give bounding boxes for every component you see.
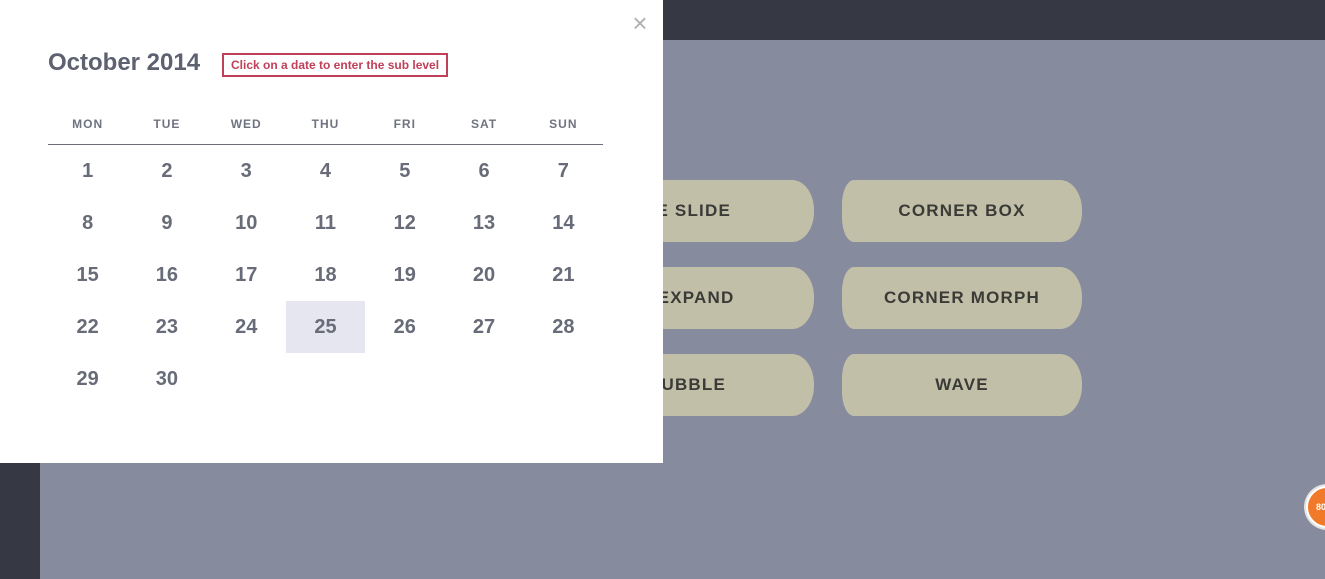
calendar-day[interactable]: 16 — [127, 249, 206, 301]
weekday-label: MON — [72, 117, 104, 131]
calendar-week: 29 30 — [48, 353, 603, 405]
calendar-day-highlighted[interactable]: 25 — [285, 301, 366, 353]
weekday-label: WED — [230, 117, 262, 131]
calendar-day-empty — [207, 353, 286, 405]
corner-box-button[interactable]: CORNER BOX — [842, 180, 1082, 242]
calendar-day-empty — [365, 353, 444, 405]
calendar-day[interactable]: 19 — [365, 249, 444, 301]
calendar-title: October 2014 — [48, 49, 201, 76]
calendar-day[interactable]: 20 — [444, 249, 523, 301]
wave-button[interactable]: WAVE — [842, 354, 1082, 416]
calendar-day[interactable]: 22 — [48, 301, 127, 353]
calendar-day-empty — [286, 353, 365, 405]
calendar-day[interactable]: 2 — [127, 145, 206, 197]
hint-box: Click on a date to enter the sub level — [222, 53, 449, 77]
calendar-week: 8 9 10 11 12 13 14 — [48, 197, 603, 249]
calendar-day[interactable]: 26 — [365, 301, 444, 353]
weekday-label: TUE — [153, 117, 181, 131]
weekday-label: SAT — [470, 117, 498, 131]
calendar-day[interactable]: 6 — [444, 145, 523, 197]
calendar-day-empty — [444, 353, 523, 405]
calendar-week: 1 2 3 4 5 6 7 — [48, 145, 603, 197]
calendar-grid: 1 2 3 4 5 6 7 8 9 10 11 12 13 14 15 16 1… — [48, 145, 603, 405]
calendar-week: 22 23 24 25 26 27 28 — [48, 301, 603, 353]
calendar-day[interactable]: 7 — [524, 145, 603, 197]
weekday-label: SUN — [549, 117, 578, 131]
close-icon[interactable]: × — [629, 10, 651, 36]
calendar-day[interactable]: 5 — [365, 145, 444, 197]
calendar-day[interactable]: 21 — [524, 249, 603, 301]
calendar-day[interactable]: 14 — [524, 197, 603, 249]
calendar-day[interactable]: 4 — [286, 145, 365, 197]
calendar-day[interactable]: 17 — [207, 249, 286, 301]
calendar-day[interactable]: 1 — [48, 145, 127, 197]
calendar-day[interactable]: 10 — [207, 197, 286, 249]
calendar-day[interactable]: 24 — [207, 301, 286, 353]
calendar-modal: × October 2014 Click on a date to enter … — [0, 0, 663, 463]
orange-badge[interactable]: 80 — [1306, 486, 1325, 528]
calendar-day[interactable]: 30 — [127, 353, 206, 405]
calendar-day[interactable]: 11 — [286, 197, 365, 249]
corner-morph-button[interactable]: CORNER MORPH — [842, 267, 1082, 329]
calendar-day[interactable]: 27 — [444, 301, 523, 353]
calendar-day[interactable]: 8 — [48, 197, 127, 249]
weekday-label: FRI — [393, 117, 416, 131]
calendar-day[interactable]: 28 — [524, 301, 603, 353]
weekday-header: MON TUE WED THU FRI SAT SUN — [48, 117, 603, 131]
weekday-label: THU — [311, 117, 340, 131]
calendar-day[interactable]: 18 — [286, 249, 365, 301]
calendar-day[interactable]: 12 — [365, 197, 444, 249]
calendar-day[interactable]: 9 — [127, 197, 206, 249]
calendar-day[interactable]: 13 — [444, 197, 523, 249]
calendar-day[interactable]: 3 — [207, 145, 286, 197]
calendar-day-empty — [524, 353, 603, 405]
calendar-week: 15 16 17 18 19 20 21 — [48, 249, 603, 301]
calendar-day[interactable]: 29 — [48, 353, 127, 405]
calendar-day[interactable]: 15 — [48, 249, 127, 301]
calendar-day[interactable]: 23 — [127, 301, 206, 353]
